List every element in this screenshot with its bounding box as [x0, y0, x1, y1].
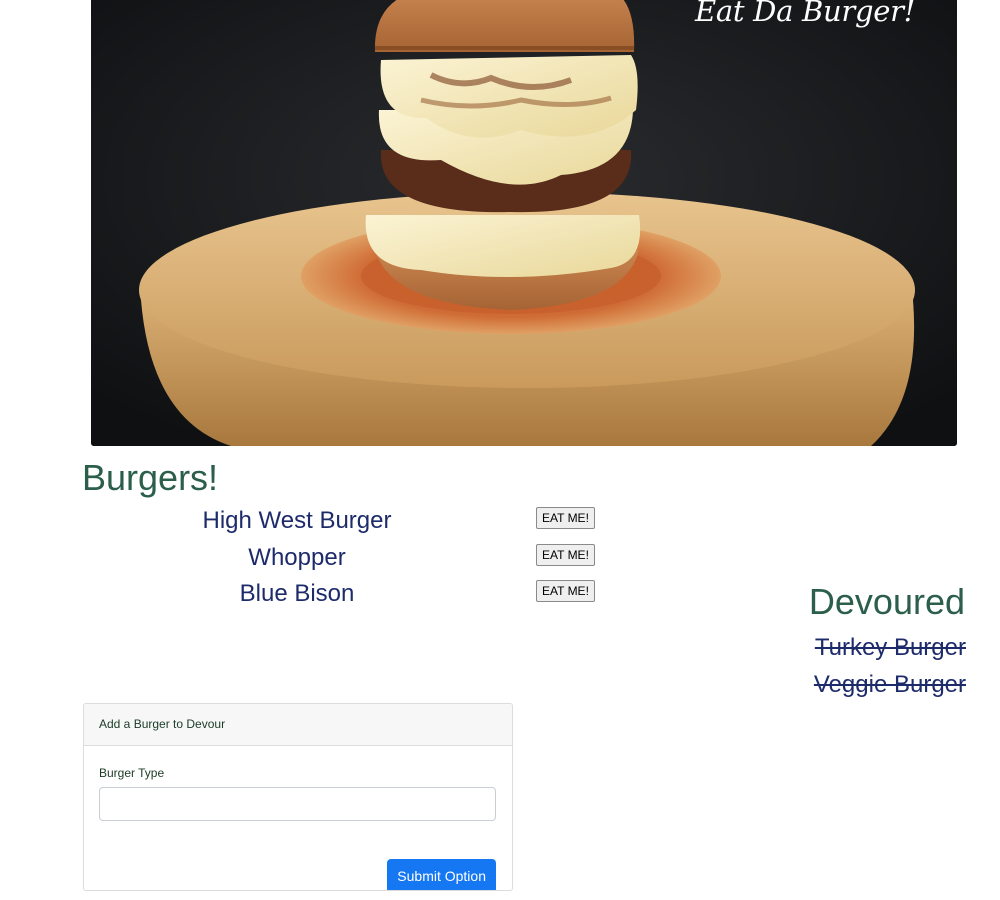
card-body: Burger Type Submit Option	[84, 766, 512, 890]
add-burger-card: Add a Burger to Devour Burger Type Submi…	[83, 703, 513, 891]
card-header: Add a Burger to Devour	[84, 704, 512, 746]
burger-list: High West Burger EAT ME! Whopper EAT ME!…	[82, 506, 602, 616]
eat-me-button[interactable]: EAT ME!	[536, 507, 595, 529]
burger-item: Whopper EAT ME!	[82, 543, 602, 580]
burger-type-input[interactable]	[99, 787, 496, 821]
devoured-heading: Devoured	[808, 581, 965, 622]
submit-option-button[interactable]: Submit Option	[387, 859, 496, 890]
devoured-item: Turkey Burger	[814, 634, 966, 661]
devoured-list: Turkey Burger Veggie Burger	[814, 630, 966, 703]
hero-banner: Eat Da Burger!	[91, 0, 957, 446]
devoured-item: Veggie Burger	[813, 670, 966, 698]
hero-title: Eat Da Burger!	[695, 0, 915, 28]
burgers-heading: Burgers!	[82, 457, 219, 498]
burger-name: Whopper	[248, 543, 346, 571]
burger-item: High West Burger EAT ME!	[82, 506, 602, 543]
eat-me-button[interactable]: EAT ME!	[536, 580, 595, 602]
burger-item: Blue Bison EAT ME!	[82, 579, 602, 616]
burger-photo-icon	[91, 0, 957, 446]
eat-me-button[interactable]: EAT ME!	[536, 543, 595, 566]
burger-name: High West Burger	[202, 507, 392, 534]
burger-name: Blue Bison	[239, 580, 355, 607]
burger-type-label: Burger Type	[99, 766, 165, 780]
